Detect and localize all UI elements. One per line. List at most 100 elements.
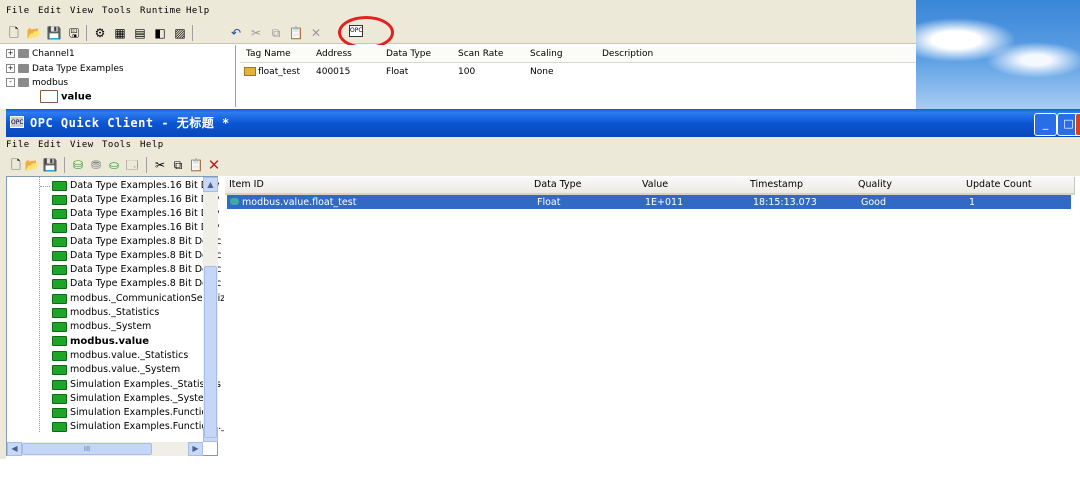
cell-timestamp: 18:15:13.073: [753, 197, 817, 208]
new-project-icon[interactable]: 🗋: [6, 25, 22, 41]
tree-item[interactable]: Data Type Examples.8 Bit Devic: [40, 263, 221, 277]
save-icon[interactable]: 💾: [42, 157, 58, 173]
copy-icon[interactable]: ⧉: [170, 157, 186, 173]
new-tag-icon[interactable]: ◧: [152, 25, 168, 41]
col-data-type[interactable]: Data Type: [380, 47, 459, 63]
new-server-icon[interactable]: ⛁: [70, 157, 86, 173]
tree-item[interactable]: modbus.value._Statistics: [40, 349, 188, 363]
save-icon[interactable]: 💾: [46, 25, 62, 41]
tree-item[interactable]: Simulation Examples.Functions._: [40, 420, 226, 434]
scroll-left-button[interactable]: ◀: [7, 442, 22, 456]
group-icon: [52, 350, 67, 361]
group-icon: [52, 222, 67, 233]
tag-row[interactable]: float_test: [244, 67, 300, 77]
copy-icon[interactable]: ⧉: [268, 25, 284, 41]
bg-menu-view[interactable]: View: [70, 6, 94, 16]
menu-view[interactable]: View: [70, 140, 94, 150]
col-scan-rate[interactable]: Scan Rate: [452, 47, 531, 63]
tree-item[interactable]: Data Type Examples.16 Bit Dev: [40, 179, 220, 193]
menu-edit[interactable]: Edit: [38, 140, 62, 150]
new-item-icon[interactable]: ⛀: [106, 157, 122, 173]
new-group-icon[interactable]: ▤: [132, 25, 148, 41]
tree-item[interactable]: Data Type Examples.16 Bit Dev: [40, 193, 220, 207]
app-icon: OPC: [10, 116, 24, 128]
menu-file[interactable]: File: [6, 140, 30, 150]
tree-item[interactable]: Data Type Examples.16 Bit Dev: [40, 221, 220, 235]
tree-item[interactable]: Simulation Examples._System: [40, 392, 213, 406]
expand-icon[interactable]: +: [6, 64, 15, 73]
tree-item[interactable]: modbus._CommunicationSerializ: [40, 292, 225, 306]
tree-node-channel1[interactable]: + Channel1: [6, 48, 75, 61]
tree-item[interactable]: Simulation Examples.Functions: [40, 406, 218, 420]
tree-item-selected[interactable]: modbus.value: [40, 335, 149, 349]
tree-node-data-type-examples[interactable]: + Data Type Examples: [6, 63, 124, 76]
group-icon: [52, 293, 67, 304]
tree-item[interactable]: Data Type Examples.8 Bit Devic: [40, 277, 221, 291]
scroll-right-button[interactable]: ▶: [188, 442, 203, 456]
bg-menu-runtime[interactable]: Runtime: [140, 6, 181, 16]
scroll-up-button[interactable]: ▲: [203, 177, 218, 192]
tree-item[interactable]: Simulation Examples._Statistics: [40, 378, 221, 392]
paste-icon[interactable]: 📋: [188, 157, 204, 173]
open-icon[interactable]: 📂: [26, 25, 42, 41]
expand-icon[interactable]: +: [6, 49, 15, 58]
channel-icon: [18, 64, 29, 73]
tag-address: 400015: [316, 67, 351, 77]
col-quality[interactable]: Quality: [854, 177, 967, 195]
delete-icon[interactable]: ✕: [308, 25, 324, 41]
menu-help[interactable]: Help: [140, 140, 164, 150]
tree-item[interactable]: modbus._System: [40, 320, 151, 334]
undo-icon[interactable]: ↶: [228, 25, 244, 41]
bg-menu-tools[interactable]: Tools: [102, 6, 132, 16]
menu-tools[interactable]: Tools: [102, 140, 132, 150]
tree-node-modbus[interactable]: - modbus: [6, 77, 68, 90]
col-scaling[interactable]: Scaling: [524, 47, 603, 63]
cut-icon[interactable]: ✂: [248, 25, 264, 41]
group-icon: [52, 364, 67, 375]
tree-item[interactable]: Data Type Examples.16 Bit Dev: [40, 207, 220, 221]
tree-node-value[interactable]: value: [40, 90, 92, 103]
channel-icon: [18, 78, 29, 87]
new-device-icon[interactable]: ▦: [112, 25, 128, 41]
col-update-count[interactable]: Update Count: [962, 177, 1075, 195]
tree-item[interactable]: modbus._Statistics: [40, 306, 159, 320]
col-description[interactable]: Description: [596, 47, 919, 63]
minimize-button[interactable]: _: [1034, 113, 1057, 136]
bg-menu-edit[interactable]: Edit: [38, 6, 62, 16]
paste-icon[interactable]: 📋: [288, 25, 304, 41]
group-icon: [52, 236, 67, 247]
cut-icon[interactable]: ✂: [152, 157, 168, 173]
col-data-type[interactable]: Data Type: [530, 177, 643, 195]
window-title: OPC Quick Client - 无标题 *: [30, 116, 230, 130]
group-icon: [52, 321, 67, 332]
tree-item[interactable]: Data Type Examples.8 Bit Devic: [40, 249, 221, 263]
col-item-id[interactable]: Item ID: [225, 177, 535, 195]
channel-icon: [18, 49, 29, 58]
col-value[interactable]: Value: [638, 177, 751, 195]
bg-menubar: File Edit View Tools Runtime Help: [0, 0, 916, 22]
tree-item[interactable]: Data Type Examples.8 Bit Devic: [40, 235, 221, 249]
col-tag-name[interactable]: Tag Name: [240, 47, 317, 63]
bg-menu-file[interactable]: File: [6, 6, 30, 16]
scroll-thumb[interactable]: [204, 266, 217, 438]
collapse-icon[interactable]: -: [6, 78, 15, 87]
tree-item[interactable]: modbus.value._System: [40, 363, 180, 377]
delete-icon[interactable]: ✕: [206, 157, 222, 173]
bulk-tag-icon[interactable]: ▨: [172, 25, 188, 41]
col-timestamp[interactable]: Timestamp: [746, 177, 859, 195]
new-group-icon[interactable]: ⛃: [88, 157, 104, 173]
tag-data-type: Float: [386, 67, 409, 77]
new-channel-icon[interactable]: ⚙: [92, 25, 108, 41]
group-icon: [52, 407, 67, 418]
open-icon[interactable]: 📂: [24, 157, 40, 173]
quick-client-launch-icon[interactable]: OPC: [349, 25, 363, 37]
new-icon[interactable]: 🗋: [8, 157, 24, 173]
close-button[interactable]: [1075, 113, 1080, 136]
horizontal-scroll-thumb[interactable]: III: [22, 443, 152, 455]
device-icon: [40, 90, 58, 103]
bg-menu-help[interactable]: Help: [186, 6, 210, 16]
properties-icon[interactable]: 🗔: [124, 157, 140, 173]
col-address[interactable]: Address: [310, 47, 387, 63]
save-as-icon[interactable]: 🖫: [66, 25, 82, 41]
cell-update-count: 1: [969, 197, 976, 208]
